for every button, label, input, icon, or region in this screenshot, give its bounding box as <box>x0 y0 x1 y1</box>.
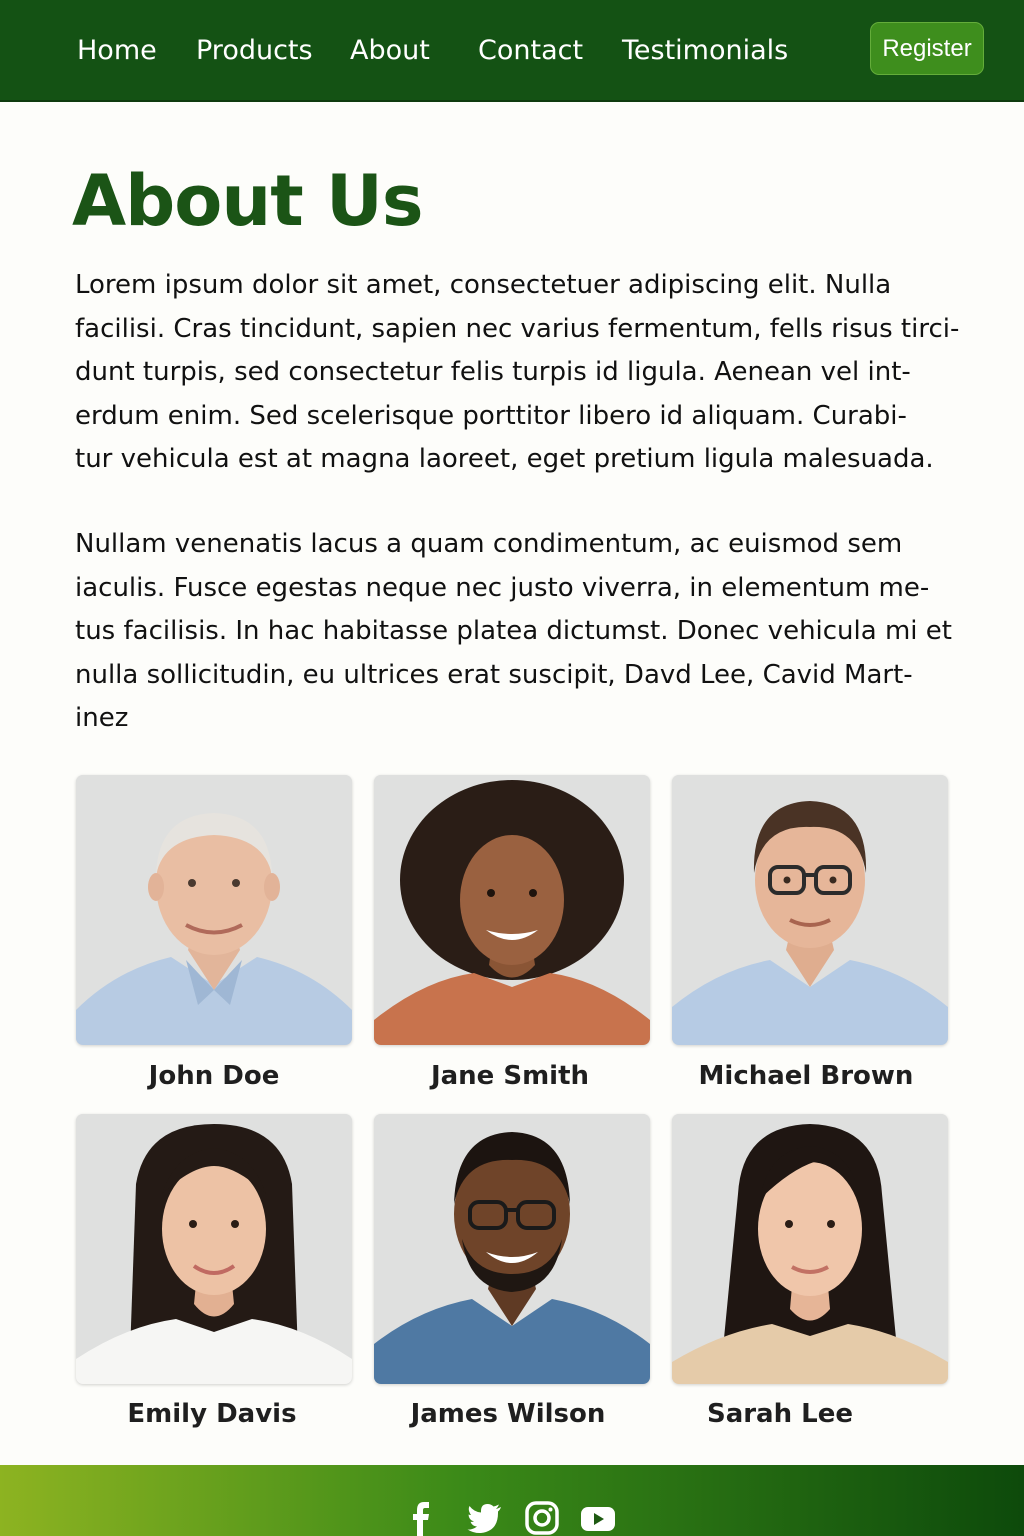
about-paragraph-1: Lorem ipsum dolor sit amet, consectetuer… <box>75 264 960 482</box>
nav-testimonials-link[interactable]: Testimonials <box>622 32 788 70</box>
team-photo-james-wilson <box>374 1114 650 1384</box>
nav-products-link[interactable]: Products <box>196 32 313 70</box>
register-button[interactable]: Register <box>870 22 984 75</box>
team-member-name: Sarah Lee <box>706 1399 854 1429</box>
nav-home-link[interactable]: Home <box>77 32 157 70</box>
paragraph-line: dunt turpis, sed consectetur felis turpi… <box>75 357 911 387</box>
team-photo-michael-brown <box>672 775 948 1045</box>
team-photo-jane-smith <box>374 775 650 1045</box>
paragraph-line: tus facilisis. In hac habitasse platea d… <box>75 616 952 646</box>
facebook-icon[interactable] <box>404 1500 440 1536</box>
nav-contact-link[interactable]: Contact <box>478 32 583 70</box>
team-member-name: Michael Brown <box>698 1061 914 1091</box>
footer-bar <box>0 1465 1024 1536</box>
team-photo-sarah-lee <box>672 1114 948 1384</box>
team-photo-john-doe <box>76 775 352 1045</box>
team-member-name: Emily Davis <box>127 1399 297 1429</box>
page-title: About Us <box>72 160 424 242</box>
about-paragraph-2: Nullam venenatis lacus a quam condimentu… <box>75 523 955 741</box>
paragraph-line: erdum enim. Sed scelerisque porttitor li… <box>75 400 907 431</box>
nav-about-link[interactable]: About <box>350 32 430 70</box>
paragraph-line: iaculis. Fusce egestas neque nec justo v… <box>75 572 930 603</box>
paragraph-line: nulla sollicitudin, eu ultrices erat sus… <box>75 659 913 690</box>
paragraph-line: inez <box>75 703 129 733</box>
team-photo-emily-davis <box>76 1114 352 1384</box>
top-navigation-bar: Home Products About Contact Testimonials… <box>0 0 1024 102</box>
team-member-name: John Doe <box>148 1061 280 1091</box>
instagram-icon[interactable] <box>524 1500 560 1536</box>
paragraph-line: tur vehicula est at magna laoreet, eget … <box>75 444 934 474</box>
paragraph-line: facilisi. Cras tincidunt, sapien nec var… <box>75 313 960 344</box>
team-member-name: James Wilson <box>410 1399 606 1429</box>
paragraph-line: Lorem ipsum dolor sit amet, consectetuer… <box>75 270 892 300</box>
twitter-icon[interactable] <box>467 1500 503 1536</box>
youtube-icon[interactable] <box>580 1500 616 1536</box>
team-member-name: Jane Smith <box>430 1061 590 1091</box>
paragraph-line: Nullam venenatis lacus a quam condimentu… <box>75 529 903 559</box>
